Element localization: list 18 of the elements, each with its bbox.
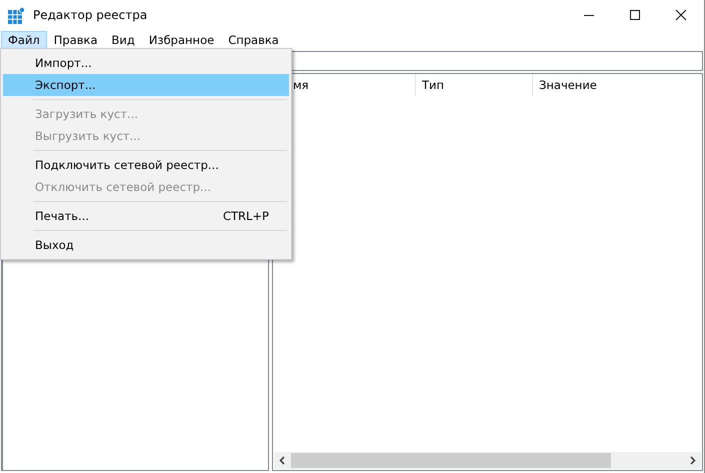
scroll-thumb[interactable] — [291, 453, 611, 468]
scroll-right-icon[interactable] — [688, 456, 697, 465]
column-header[interactable]: Значение — [533, 74, 597, 96]
menu-item[interactable]: Выход — [3, 234, 289, 256]
menu-item[interactable]: Экспорт... — [3, 74, 289, 96]
registry-icon — [8, 6, 25, 24]
menu-item[interactable]: Импорт... — [3, 52, 289, 74]
scroll-left-icon[interactable] — [278, 456, 287, 465]
menu-item[interactable]: Файл — [1, 30, 47, 48]
menu-item[interactable]: Вид — [104, 30, 142, 48]
menu-item[interactable]: Избранное — [142, 30, 222, 48]
menu-item[interactable]: Справка — [221, 30, 286, 48]
menu-item[interactable]: Печать... CTRL+P — [3, 205, 289, 227]
menu-item[interactable]: Правка — [46, 30, 105, 48]
window-title: Редактор реестра — [33, 8, 148, 22]
menu-item[interactable]: Подключить сетевой реестр... — [3, 154, 289, 176]
column-header[interactable]: Тип — [416, 74, 533, 96]
horizontal-scrollbar[interactable] — [274, 452, 701, 469]
